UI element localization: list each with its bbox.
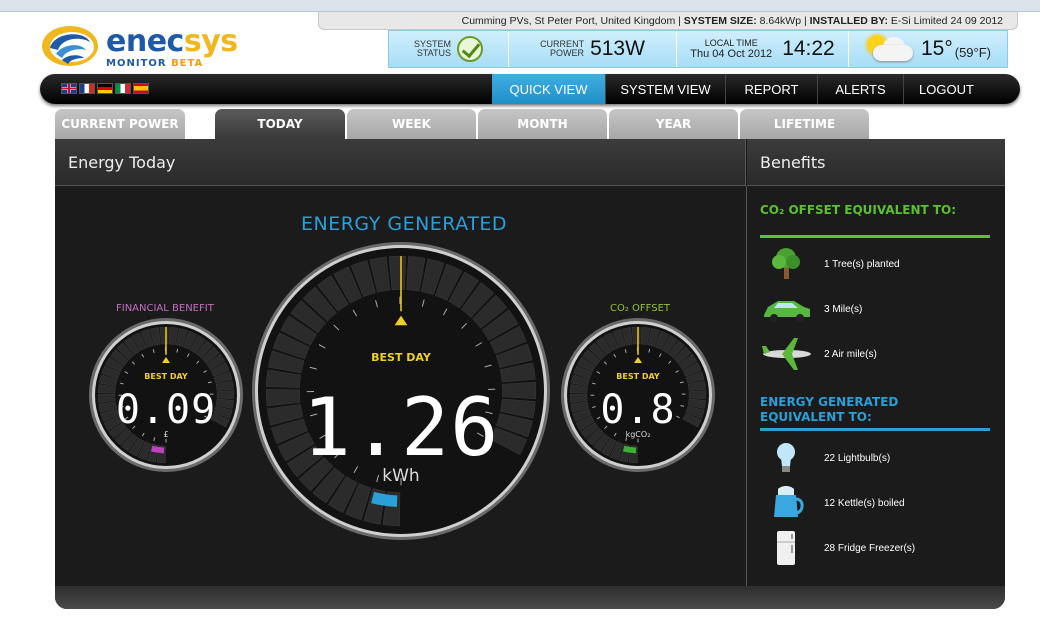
weather-cell: 15° (59°F): [849, 31, 1007, 67]
tab-current-power[interactable]: CURRENT POWER: [55, 109, 185, 139]
tab-month[interactable]: MONTH: [478, 109, 607, 139]
current-power-cell: CURRENT POWER 513W: [509, 31, 677, 67]
nav-logout[interactable]: LOGOUT: [903, 74, 989, 104]
benefit-item-tree: 1 Tree(s) planted: [760, 246, 1000, 282]
main-gauge-unit: kWh: [382, 466, 419, 486]
installed-by-value: E-Si Limited 24 09 2012: [890, 15, 1003, 27]
energy-panel: Energy Today Benefits ENERGY GENERATED F…: [55, 139, 1005, 609]
co2-gauge-segment: [688, 390, 707, 400]
benefits-title: Benefits: [760, 153, 826, 172]
system-size-label: SYSTEM SIZE:: [683, 15, 757, 27]
system-location: Cumming PVs, St Peter Port, United Kingd…: [461, 15, 681, 27]
system-status-label-line2: STATUS: [416, 48, 451, 58]
brand-name: enecsys: [106, 24, 238, 59]
enecsys-logo[interactable]: enecsys MONITOR BETA: [40, 22, 260, 72]
local-date: Thu 04 Oct 2012: [690, 48, 773, 60]
browser-top-strip: [0, 0, 1040, 12]
airplane-icon: [760, 336, 814, 372]
brand-name-accent: sys: [183, 24, 238, 59]
period-tabs: CURRENT POWER TODAY WEEK MONTH YEAR LIFE…: [55, 109, 1005, 139]
nav-quick-view[interactable]: QUICK VIEW: [492, 74, 605, 104]
panel-divider: [746, 186, 747, 586]
benefit-text-car: 3 Mile(s): [824, 303, 863, 315]
gauges-canvas: BEST DAY 0.09£ BEST DAY 0.8kgCO₂ BEST DAY 1.2…: [89, 242, 715, 540]
co2-equivalent-heading: CO₂ OFFSET EQUIVALENT TO:: [760, 203, 957, 217]
brand-sub-accent: BETA: [171, 58, 204, 69]
current-power-label-line2: POWER: [550, 48, 585, 58]
main-gauge-segment: [388, 255, 406, 291]
co2-heading-underline: [760, 235, 990, 238]
financial-gauge-segment: [216, 390, 235, 400]
flag-italy-icon[interactable]: [115, 83, 131, 94]
main-best-day-label: BEST DAY: [371, 351, 432, 364]
main-gauge-segment: [502, 381, 537, 400]
benefit-item-fridge: 28 Fridge Freezer(s): [760, 530, 1000, 566]
fridge-icon: [760, 530, 814, 566]
tab-today[interactable]: TODAY: [215, 109, 345, 139]
benefit-item-airplane: 2 Air mile(s): [760, 336, 1000, 372]
benefit-text-kettle: 12 Kettle(s) boiled: [824, 497, 905, 509]
kettle-icon: [760, 485, 814, 521]
benefits-header: Benefits: [747, 139, 1005, 186]
swirl-logo-icon: [42, 26, 98, 66]
tab-year[interactable]: YEAR: [609, 109, 738, 139]
installed-by-label: INSTALLED BY:: [809, 15, 888, 27]
benefit-text-lightbulb: 22 Lightbulb(s): [824, 452, 891, 464]
nav-items: QUICK VIEW SYSTEM VIEW REPORT ALERTS LOG…: [492, 74, 989, 104]
local-time-cell: LOCAL TIME Thu 04 Oct 2012 14:22: [677, 31, 849, 67]
partly-cloudy-icon: [865, 33, 915, 65]
brand-sub-main: MONITOR: [106, 58, 167, 69]
energy-equivalent-heading-line1: ENERGY GENERATED: [760, 395, 899, 409]
financial-best-day-label: BEST DAY: [144, 372, 188, 381]
financial-gauge-segment: [159, 326, 169, 345]
benefit-text-tree: 1 Tree(s) planted: [824, 258, 900, 270]
benefit-text-fridge: 28 Fridge Freezer(s): [824, 542, 916, 554]
co2-gauge-unit: kgCO₂: [626, 430, 651, 439]
panel-footer-bar: [55, 586, 1005, 609]
status-box: SYSTEM STATUS CURRENT POWER 513W LOCAL T…: [388, 30, 1008, 68]
lightbulb-icon: [760, 440, 814, 476]
financial-gauge-unit: £: [163, 430, 168, 439]
energy-equivalent-heading: ENERGY GENERATED EQUIVALENT TO:: [760, 395, 898, 425]
local-time: 14:22: [782, 37, 835, 60]
system-status-cell: SYSTEM STATUS: [389, 31, 509, 67]
nav-system-view[interactable]: SYSTEM VIEW: [605, 74, 725, 104]
benefit-item-car: 3 Mile(s): [760, 291, 1000, 327]
flag-uk-icon[interactable]: [61, 83, 77, 94]
tab-lifetime[interactable]: LIFETIME: [740, 109, 869, 139]
co2-gauge-value: 0.8: [600, 387, 675, 433]
benefit-item-lightbulb: 22 Lightbulb(s): [760, 440, 1000, 476]
flag-germany-icon[interactable]: [97, 83, 113, 94]
system-info-strip: Cumming PVs, St Peter Port, United Kingd…: [318, 12, 1018, 30]
main-nav-bar: QUICK VIEW SYSTEM VIEW REPORT ALERTS LOG…: [40, 74, 1020, 104]
language-flags: [61, 83, 149, 94]
local-time-label-group: LOCAL TIME Thu 04 Oct 2012: [690, 38, 772, 60]
co2-best-day-label: BEST DAY: [616, 372, 660, 381]
current-power-value: 513W: [590, 37, 645, 60]
co2-gauge-segment: [631, 326, 641, 345]
temperature-celsius: 15°: [920, 37, 953, 60]
flag-france-icon[interactable]: [79, 83, 95, 94]
energy-heading-underline: [760, 428, 990, 431]
temperature-fahrenheit: (59°F): [954, 44, 992, 60]
tree-icon: [760, 246, 814, 282]
current-power-label: CURRENT POWER: [540, 40, 584, 58]
flag-spain-icon[interactable]: [133, 83, 149, 94]
nav-alerts[interactable]: ALERTS: [817, 74, 903, 104]
main-gauge-value: 1.26: [303, 381, 500, 474]
nav-report[interactable]: REPORT: [725, 74, 817, 104]
system-size-value: 8.64kWp |: [759, 15, 807, 27]
benefit-text-airplane: 2 Air mile(s): [824, 348, 877, 360]
brand-name-main: enec: [106, 24, 184, 59]
brand-sub: MONITOR BETA: [106, 58, 203, 69]
checkmark-icon: [457, 36, 483, 62]
tab-week[interactable]: WEEK: [347, 109, 476, 139]
energy-equivalent-heading-line2: EQUIVALENT TO:: [760, 410, 872, 424]
financial-gauge-value: 0.09: [116, 387, 216, 433]
benefit-item-kettle: 12 Kettle(s) boiled: [760, 485, 1000, 521]
car-icon: [760, 291, 814, 327]
system-status-label: SYSTEM STATUS: [414, 40, 451, 58]
